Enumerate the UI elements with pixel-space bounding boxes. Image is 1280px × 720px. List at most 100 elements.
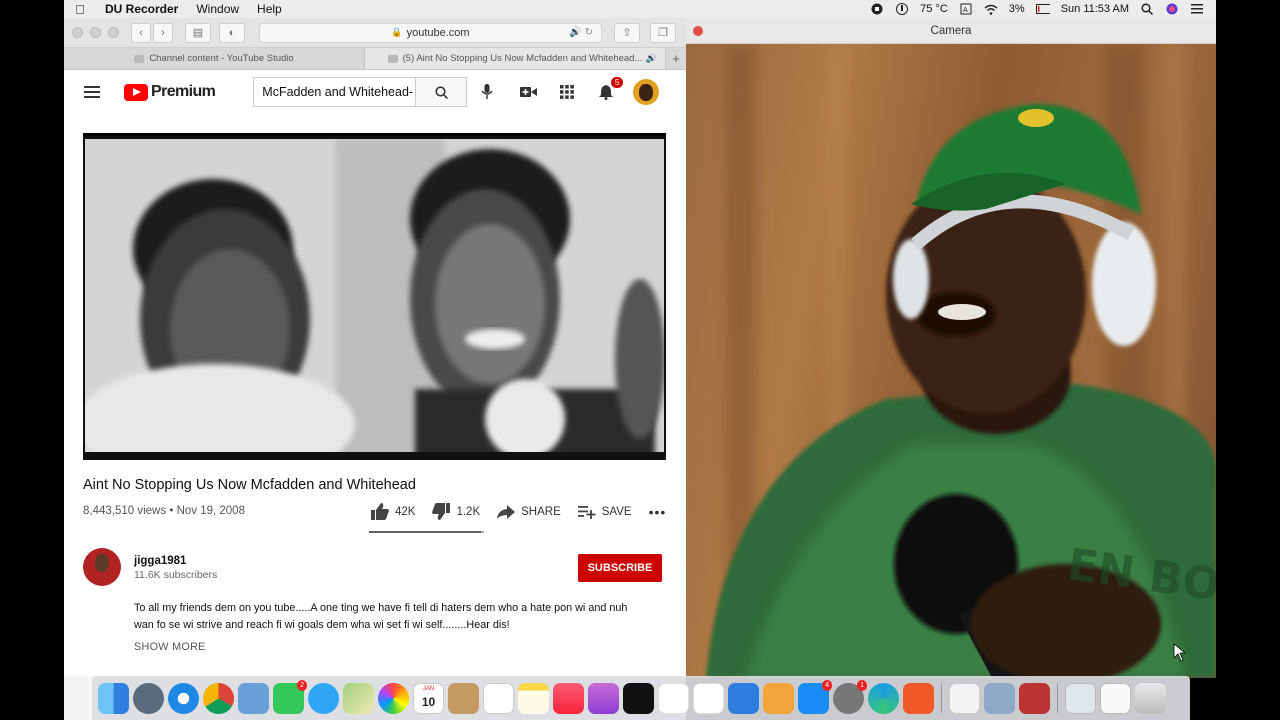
- lock-icon: 🔒: [391, 27, 403, 37]
- tab-audio-icon[interactable]: 🔊: [646, 53, 657, 64]
- contacts-icon[interactable]: [448, 682, 479, 714]
- menu-window[interactable]: Window: [187, 2, 248, 16]
- forward-button[interactable]: ›: [153, 22, 173, 43]
- more-actions-button[interactable]: •••: [649, 504, 667, 520]
- video-player[interactable]: [83, 133, 666, 460]
- clock[interactable]: Sun 11:53 AM: [1061, 3, 1129, 15]
- apple-tv-icon[interactable]: [623, 682, 654, 714]
- notifications-button[interactable]: 5: [594, 77, 624, 104]
- record-stop-icon[interactable]: [870, 3, 884, 15]
- channel-name[interactable]: jigga1981: [134, 555, 186, 567]
- tab-overview-icon[interactable]: ❐: [650, 22, 676, 43]
- save-label: SAVE: [601, 505, 632, 518]
- translate-icon[interactable]: A: [959, 3, 973, 15]
- user-avatar[interactable]: [633, 79, 660, 105]
- share-icon[interactable]: ⇧: [614, 22, 640, 43]
- tab-current-video[interactable]: (5) Aint No Stopping Us Now Mcfadden and…: [365, 48, 666, 69]
- privacy-shield-icon[interactable]: ◐: [219, 22, 245, 43]
- trash-icon[interactable]: [1135, 682, 1166, 714]
- video-description: To all my friends dem on you tube.....A …: [134, 602, 628, 631]
- youtube-premium-logo[interactable]: Premium: [124, 83, 216, 101]
- numbers-icon[interactable]: [693, 682, 724, 714]
- wifi-icon[interactable]: [984, 3, 998, 15]
- video-meta: 8,443,510 views • Nov 19, 2008: [83, 505, 245, 517]
- preview-icon[interactable]: [238, 682, 269, 714]
- video-camera-plus-icon: [519, 87, 537, 97]
- du-recorder-icon[interactable]: [903, 682, 934, 714]
- app-store-icon[interactable]: 4: [798, 679, 832, 714]
- bell-icon: [599, 85, 614, 100]
- apps-grid-button[interactable]: [555, 80, 579, 104]
- video-actions: 42K 1.2K SHARE SAVE •••: [371, 503, 683, 520]
- safari-icon[interactable]: [168, 682, 199, 714]
- messages-icon[interactable]: [308, 682, 339, 714]
- search-button[interactable]: [415, 77, 468, 107]
- facetime-icon[interactable]: 2: [273, 679, 307, 714]
- share-label: SHARE: [521, 505, 561, 518]
- zoom-window-button[interactable]: [108, 27, 119, 38]
- menu-app-name[interactable]: DU Recorder: [96, 2, 187, 16]
- youtube-play-icon: [124, 83, 148, 101]
- search-input[interactable]: McFadden and Whitehead-: [253, 77, 416, 107]
- reminders-icon[interactable]: [483, 682, 514, 714]
- create-video-button[interactable]: [516, 80, 540, 104]
- address-bar[interactable]: 🔒 youtube.com 🔊 ↻: [259, 22, 602, 43]
- downloads-folder-icon[interactable]: [1065, 682, 1096, 714]
- calendar-day: 10: [421, 694, 436, 709]
- reload-icon[interactable]: 🔊 ↻: [569, 27, 593, 38]
- document-icon[interactable]: [949, 682, 980, 714]
- dislike-button[interactable]: 1.2K: [432, 503, 480, 520]
- chrome-icon[interactable]: [203, 682, 234, 714]
- search-form: McFadden and Whitehead-: [253, 77, 468, 107]
- microphone-icon: [481, 84, 493, 99]
- share-button[interactable]: SHARE: [497, 504, 561, 519]
- podcasts-icon[interactable]: [588, 682, 619, 714]
- video-title: Aint No Stopping Us Now Mcfadden and Whi…: [83, 477, 416, 493]
- system-preferences-icon[interactable]: 1: [833, 679, 867, 714]
- show-more-button[interactable]: SHOW MORE: [134, 641, 206, 653]
- header-actions: 5: [516, 77, 660, 105]
- calendar-icon[interactable]: JAN 10: [413, 682, 444, 714]
- hamburger-menu-icon[interactable]: [84, 86, 100, 98]
- edge-icon[interactable]: [868, 682, 899, 714]
- apple-menu-icon[interactable]: : [64, 2, 96, 17]
- menu-help[interactable]: Help: [248, 2, 291, 16]
- siri-icon[interactable]: [1165, 3, 1179, 15]
- dislike-count: 1.2K: [456, 505, 481, 518]
- close-window-button[interactable]: [72, 27, 83, 38]
- channel-avatar[interactable]: [83, 548, 121, 586]
- notification-center-icon[interactable]: [1190, 3, 1204, 15]
- music-icon[interactable]: [553, 682, 584, 714]
- window-controls: [72, 27, 119, 38]
- tab-label: Channel content - YouTube Studio: [149, 53, 294, 64]
- tab-youtube-studio[interactable]: Channel content - YouTube Studio: [64, 48, 365, 69]
- photos-icon[interactable]: [378, 682, 409, 714]
- sidebar-toggle-icon[interactable]: ▤: [185, 22, 211, 43]
- voice-search-button[interactable]: [475, 80, 499, 104]
- close-window-button[interactable]: [693, 26, 703, 36]
- notes-icon[interactable]: [518, 682, 549, 714]
- address-url: youtube.com: [406, 26, 470, 39]
- subscribe-button[interactable]: SUBSCRIBE: [578, 554, 662, 582]
- spotlight-search-icon[interactable]: [1140, 3, 1154, 15]
- minimize-window-button[interactable]: [90, 27, 101, 38]
- news-icon[interactable]: [658, 682, 689, 714]
- screenshot-icon[interactable]: [984, 682, 1015, 714]
- new-tab-button[interactable]: +: [666, 48, 686, 69]
- youtube-header: Premium McFadden and Whitehead- 5: [64, 70, 686, 114]
- battery-icon[interactable]: [1035, 3, 1050, 15]
- maps-icon[interactable]: [343, 682, 374, 714]
- photo-booth-icon[interactable]: [1019, 682, 1050, 714]
- launchpad-icon[interactable]: [133, 682, 164, 714]
- finder-icon[interactable]: [98, 682, 129, 714]
- window-preview-icon[interactable]: [1100, 682, 1131, 714]
- thermometer-icon[interactable]: [895, 3, 909, 15]
- apps-grid-icon: [560, 85, 575, 99]
- tab-label: (5) Aint No Stopping Us Now Mcfadden and…: [402, 53, 643, 64]
- pages-icon[interactable]: [763, 682, 794, 714]
- back-button[interactable]: ‹: [131, 22, 151, 43]
- like-button[interactable]: 42K: [371, 503, 415, 520]
- save-button[interactable]: SAVE: [577, 505, 632, 519]
- keynote-icon[interactable]: [728, 682, 759, 714]
- logo-text: Premium: [151, 83, 216, 100]
